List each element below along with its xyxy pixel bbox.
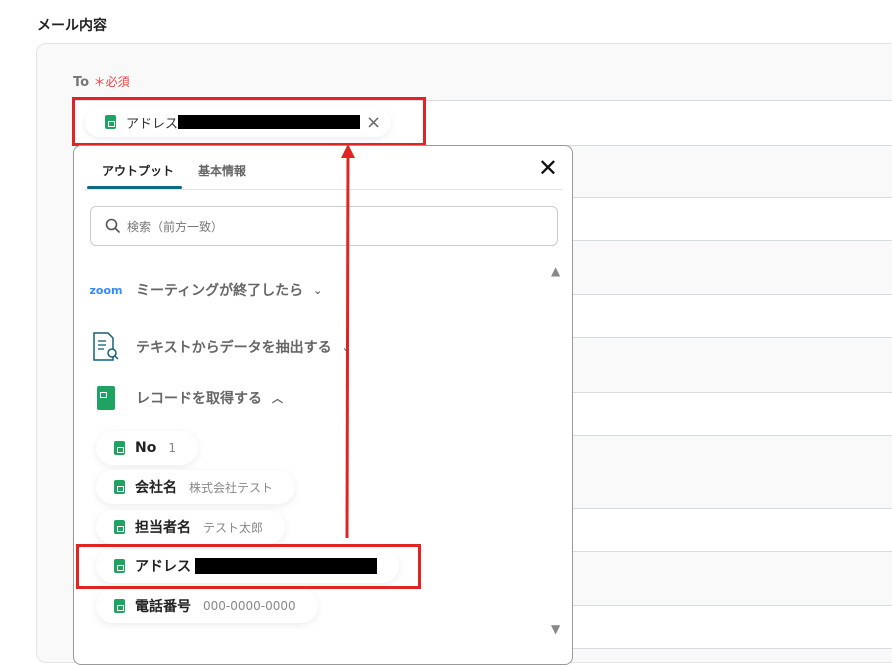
search-input[interactable]: 検索（前方一致） (90, 206, 558, 246)
annotation-box (72, 97, 426, 146)
group-text-extract[interactable]: テキストからデータを抽出する⌄ (90, 332, 351, 362)
chevron-down-icon: ⌄ (313, 283, 323, 297)
tab-output[interactable]: アウトプット (102, 162, 174, 179)
group-zoom-meeting[interactable]: zoom ミーティングが終了したら ⌄ (89, 280, 323, 300)
document-search-icon (90, 332, 122, 362)
output-item-contact[interactable]: 担当者名 テスト太郎 (96, 510, 286, 544)
divider (84, 189, 562, 190)
google-sheets-icon (114, 599, 125, 613)
chevron-up-icon: ︿ (272, 392, 283, 405)
section-title: メール内容 (37, 18, 107, 34)
output-item-no[interactable]: No 1 (96, 431, 198, 465)
group-get-record[interactable]: レコードを取得する ︿ (90, 386, 283, 410)
annotation-box (76, 544, 421, 589)
scroll-up-icon[interactable]: ▲ (551, 264, 560, 278)
google-sheets-icon (90, 386, 122, 410)
google-sheets-icon (114, 520, 125, 534)
tab-basic-info[interactable]: 基本情報 (198, 162, 246, 179)
output-item-company[interactable]: 会社名 株式会社テスト (96, 470, 296, 504)
search-icon (105, 218, 121, 234)
annotation-arrow (341, 144, 355, 539)
required-badge: ＊必須 (93, 75, 130, 89)
to-label: To ＊必須 (73, 75, 130, 90)
scroll-down-icon[interactable]: ▼ (551, 622, 560, 636)
output-item-phone[interactable]: 電話番号 000-0000-0000 (96, 589, 318, 623)
google-sheets-icon (114, 480, 125, 494)
zoom-logo-icon: zoom (89, 283, 123, 297)
close-icon[interactable]: ✕ (538, 154, 558, 182)
google-sheets-icon (114, 441, 125, 455)
